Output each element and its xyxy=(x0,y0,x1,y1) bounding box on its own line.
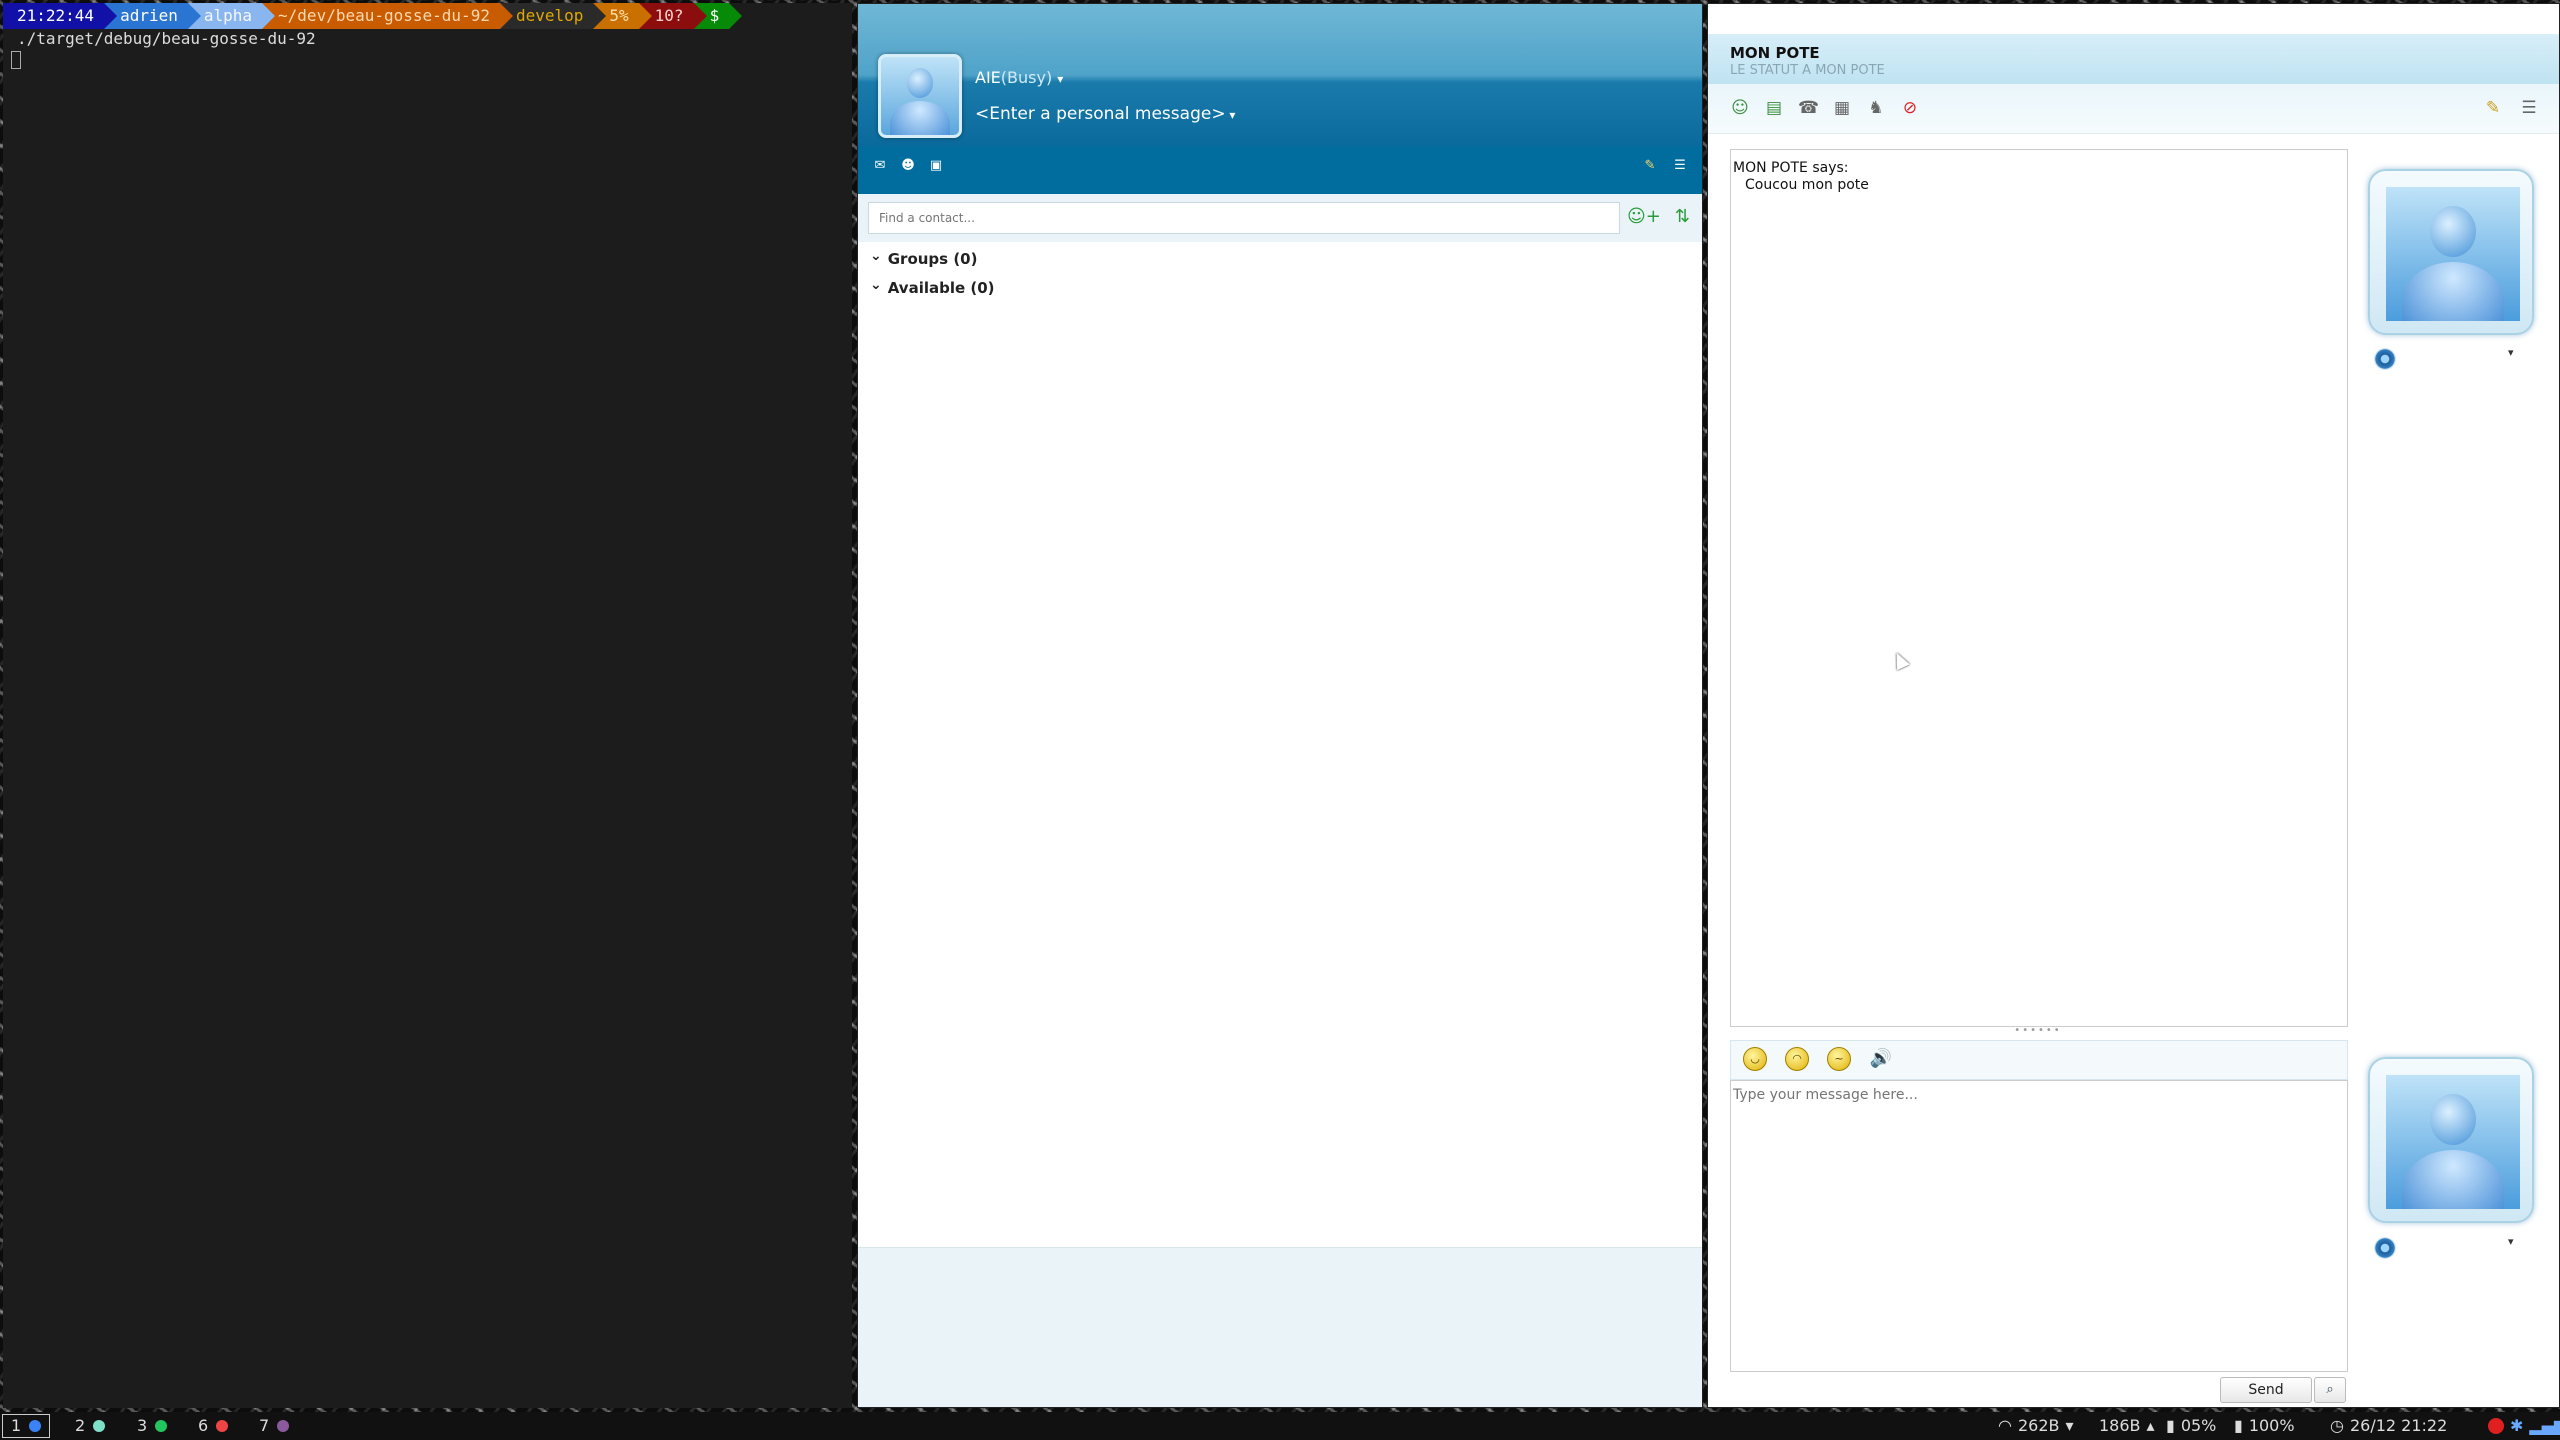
avatar[interactable] xyxy=(878,54,962,138)
status-bar: 1 2 3 6 7 ◠ 262B ▾ 186B ▴ ▮ 05% ▮ 100% ◷ 2… xyxy=(0,1412,2560,1440)
workspace-number: 7 xyxy=(259,1416,270,1435)
invite-icon[interactable]: ☺ xyxy=(1730,98,1750,118)
user-silhouette-icon xyxy=(2386,187,2520,321)
search-icon[interactable]: ⌕ xyxy=(2314,1377,2346,1403)
user-silhouette-icon xyxy=(881,57,959,135)
wifi-icon: ◠ xyxy=(1998,1416,2012,1435)
workspace-dot-icon xyxy=(216,1420,229,1432)
contacts-icon[interactable]: ☻ xyxy=(900,158,916,174)
cpu-indicator: ▮ 05% xyxy=(2166,1412,2216,1440)
message-input[interactable] xyxy=(1730,1080,2348,1372)
workspace-1[interactable]: 1 xyxy=(2,1414,51,1438)
chevron-down-icon[interactable]: ▾ xyxy=(2508,346,2514,359)
chat-top-strip xyxy=(1708,4,2559,34)
contact-search-row: ☺+ ⇅ xyxy=(858,194,1702,242)
message-history[interactable]: MON POTE says: Coucou mon pote xyxy=(1730,149,2348,1027)
contact-status-message: LE STATUT A MON POTE xyxy=(1730,63,1885,78)
user-silhouette-icon xyxy=(2386,1075,2520,1209)
terminal-cursor xyxy=(11,51,21,69)
prompt-git-branch: develop xyxy=(499,3,607,29)
battery-indicator: ▮ 100% xyxy=(2234,1412,2295,1440)
cpu-icon: ▮ xyxy=(2166,1416,2175,1435)
block-icon[interactable]: ⊘ xyxy=(1900,98,1920,118)
workspace-2[interactable]: 2 xyxy=(75,1412,106,1440)
send-button[interactable]: Send xyxy=(2220,1377,2312,1403)
workspace-dot-icon xyxy=(29,1420,42,1432)
contact-list-footer xyxy=(858,1247,1702,1407)
display-name-status[interactable]: AIE(Busy) xyxy=(975,68,1063,87)
smile-icon[interactable]: ◡ xyxy=(1743,1047,1767,1071)
workspace-7[interactable]: 7 xyxy=(259,1412,290,1440)
status-label: (Busy) xyxy=(1000,68,1053,87)
group-header-available[interactable]: Available (0) xyxy=(870,279,995,297)
webcam-icon[interactable] xyxy=(2374,348,2396,370)
pane-splitter[interactable]: •••••• xyxy=(2008,1026,2068,1036)
message-text: Coucou mon pote xyxy=(1745,177,1869,193)
workspace-number: 3 xyxy=(137,1416,148,1435)
webcam-icon[interactable] xyxy=(2374,1237,2396,1259)
menu-icon[interactable]: ☰ xyxy=(2519,98,2539,118)
prompt-time: 21:22:44 xyxy=(3,3,118,29)
call-icon[interactable]: ☎ xyxy=(1798,98,1819,118)
nudge-icon[interactable]: ~ xyxy=(1827,1047,1851,1071)
add-contact-icon[interactable]: ☺+ xyxy=(1627,206,1661,227)
display-name: AIE xyxy=(975,68,1001,87)
prompt-path: ~/dev/beau-gosse-du-92 xyxy=(262,3,513,29)
battery-value: 100% xyxy=(2248,1416,2295,1435)
workspace-dot-icon xyxy=(155,1420,168,1432)
clock: ◷ 26/12 21:22 xyxy=(2330,1412,2447,1440)
record-icon[interactable] xyxy=(2488,1418,2504,1434)
tray-icons: ✱ ▂▄▆ xyxy=(2488,1412,2560,1440)
network-indicator: ◠ 262B ▾ xyxy=(1998,1412,2074,1440)
paintbrush-icon[interactable]: ✎ xyxy=(2483,98,2503,118)
cpu-value: 05% xyxy=(2180,1416,2217,1435)
conversation-toolbar: ☺ ▤ ☎ ▦ ♞ ⊘ ✎ ☰ xyxy=(1708,84,2559,134)
wink-icon[interactable]: ◠ xyxy=(1785,1047,1809,1071)
net-up-indicator: 186B ▴ xyxy=(2099,1412,2155,1440)
paintbrush-icon[interactable]: ✎ xyxy=(1642,158,1658,174)
terminal-window[interactable]: 21:22:44 adrien alpha ~/dev/beau-gosse-d… xyxy=(3,3,852,1408)
workspace-number: 2 xyxy=(75,1416,86,1435)
workspace-number: 1 xyxy=(11,1416,22,1435)
message-sender-line: MON POTE says: xyxy=(1733,160,1849,176)
group-header-groups[interactable]: Groups (0) xyxy=(870,250,978,268)
sort-icon[interactable]: ⇅ xyxy=(1675,206,1690,227)
arrow-down-icon: ▾ xyxy=(2065,1416,2074,1435)
games-icon[interactable]: ♞ xyxy=(1866,98,1886,118)
workspace-6[interactable]: 6 xyxy=(198,1412,229,1440)
arrow-up-icon: ▴ xyxy=(2146,1416,2155,1435)
search-input[interactable] xyxy=(868,202,1620,234)
own-avatar[interactable] xyxy=(2368,1057,2534,1223)
workspace-dot-icon xyxy=(277,1420,290,1432)
clock-icon: ◷ xyxy=(2330,1416,2344,1435)
contact-name: MON POTE xyxy=(1730,44,1820,62)
conversation-window: MON POTE LE STATUT A MON POTE ☺ ▤ ☎ ▦ ♞ … xyxy=(1707,3,2560,1408)
battery-icon: ▮ xyxy=(2234,1416,2243,1435)
inbox-icon[interactable]: ▣ xyxy=(928,158,944,174)
conversation-header: MON POTE LE STATUT A MON POTE xyxy=(1708,34,2559,84)
menu-icon[interactable]: ☰ xyxy=(1672,158,1688,174)
workspace-3[interactable]: 3 xyxy=(137,1412,168,1440)
net-down: 262B xyxy=(2017,1416,2060,1435)
terminal-output-line: ./target/debug/beau-gosse-du-92 xyxy=(17,29,316,48)
share-file-icon[interactable]: ▤ xyxy=(1764,98,1784,118)
contact-avatar[interactable] xyxy=(2368,169,2534,335)
chevron-down-icon[interactable]: ▾ xyxy=(2508,1235,2514,1248)
shell-prompt: 21:22:44 adrien alpha ~/dev/beau-gosse-d… xyxy=(3,3,852,29)
signal-icon[interactable]: ▂▄▆ xyxy=(2529,1412,2560,1440)
contact-list-window: AIE(Busy) <Enter a personal message> ✉ ☻… xyxy=(857,3,1703,1408)
video-icon[interactable]: ▦ xyxy=(1832,98,1852,118)
workspace-number: 6 xyxy=(198,1416,209,1435)
contact-toolbar: ✉ ☻ ▣ ✎ ☰ xyxy=(858,146,1702,194)
bluetooth-icon[interactable]: ✱ xyxy=(2510,1412,2523,1440)
emoticon-bar: ◡ ◠ ~ 🔊 xyxy=(1730,1040,2348,1080)
workspace-dot-icon xyxy=(93,1420,106,1432)
net-up: 186B xyxy=(2099,1416,2141,1435)
contact-list-header: AIE(Busy) <Enter a personal message> xyxy=(858,4,1702,146)
personal-message[interactable]: <Enter a personal message> xyxy=(975,104,1235,124)
mail-icon[interactable]: ✉ xyxy=(872,158,888,174)
datetime: 26/12 21:22 xyxy=(2349,1416,2448,1435)
sound-icon[interactable]: 🔊 xyxy=(1869,1047,1893,1071)
